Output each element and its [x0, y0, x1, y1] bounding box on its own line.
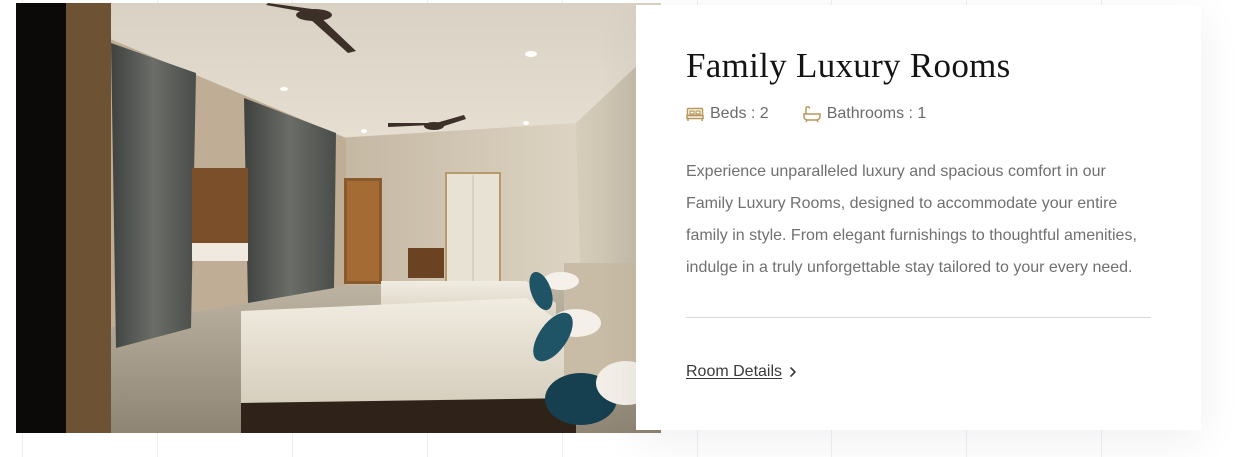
room-title: Family Luxury Rooms: [686, 46, 1011, 85]
room-details-label: Room Details: [686, 363, 783, 380]
divider: [686, 317, 1151, 318]
beds-label: Beds : 2: [710, 105, 769, 122]
chevron-right-icon: [788, 366, 798, 378]
room-description: Experience unparalleled luxury and spaci…: [686, 163, 1137, 276]
room-showcase-section: Family Luxury Rooms Beds : 2 Bathrooms:…: [0, 0, 1249, 457]
room-card: Family Luxury Rooms Beds : 2 Bathrooms:…: [636, 5, 1201, 430]
bed-icon: [686, 105, 704, 123]
room-photo: [16, 3, 661, 433]
room-details-link[interactable]: Room Details: [686, 363, 798, 381]
room-amenities: Beds : 2 Bathrooms : 1: [686, 105, 926, 123]
bathrooms-label: Bathrooms : 1: [826, 105, 927, 122]
bathrooms-info: Bathrooms : 1: [802, 105, 927, 123]
bathtub-icon: [802, 105, 821, 123]
beds-info: Beds : 2: [686, 105, 769, 123]
